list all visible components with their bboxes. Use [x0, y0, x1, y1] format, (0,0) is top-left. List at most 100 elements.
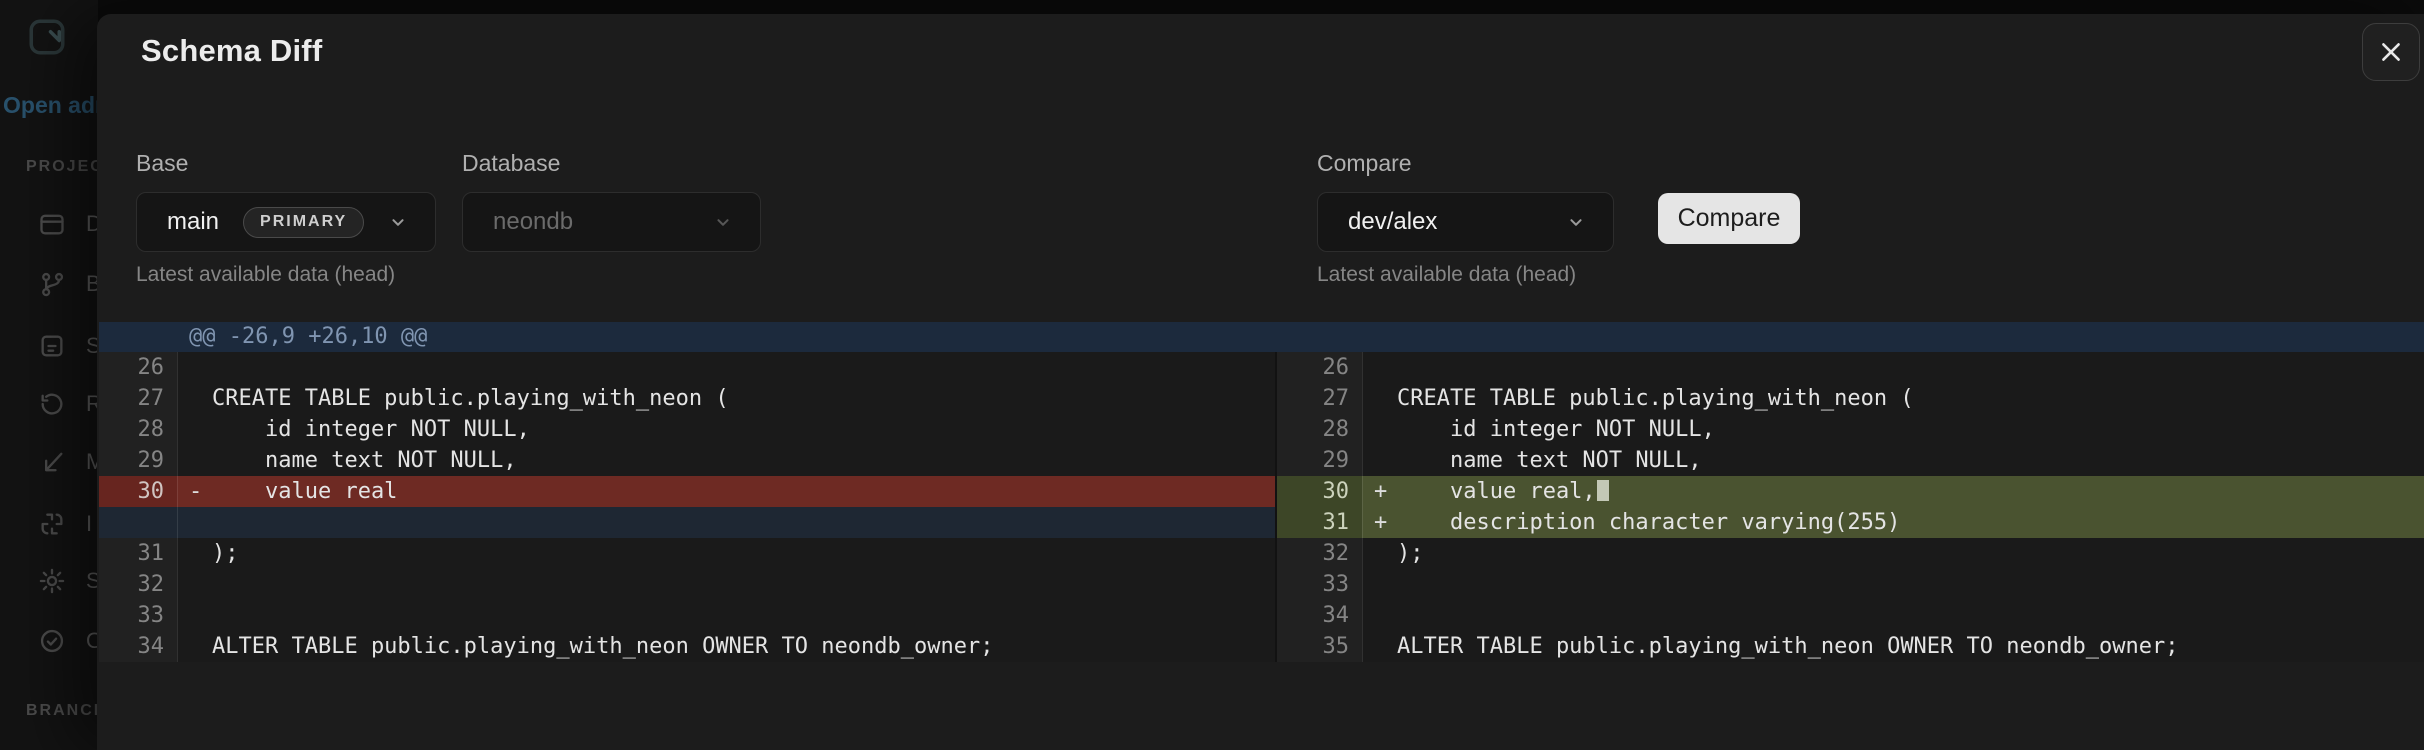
code-line: );	[1397, 541, 1424, 566]
line-number: 33	[1277, 569, 1362, 600]
diff-pane-compare[interactable]: 26 27 CREATE TABLE public.playing_with_neo…	[1275, 352, 2424, 662]
diff-row: 34	[1277, 600, 2424, 631]
sidebar-item-integrations[interactable]: I	[0, 508, 98, 544]
dashboard-icon	[40, 214, 64, 235]
diff-row: 34 ALTER TABLE public.playing_with_neon O…	[99, 631, 1275, 662]
code-line: value real	[212, 479, 398, 504]
screen: Open adm PROJECT D B S R M I S	[0, 0, 2424, 750]
line-number: 28	[99, 414, 177, 445]
diff-row: 26	[99, 352, 1275, 383]
compare-button[interactable]: Compare	[1658, 193, 1800, 244]
hunk-header: @@ -26,9 +26,10 @@	[99, 322, 2424, 352]
code-line: id integer NOT NULL,	[212, 417, 530, 442]
diff-marker	[177, 569, 200, 600]
diff-marker	[1362, 631, 1385, 662]
settings-icon	[39, 568, 65, 594]
diff-row: 33	[1277, 569, 2424, 600]
diff-row: 32);	[1277, 538, 2424, 569]
code-line: id integer NOT NULL,	[1397, 417, 1715, 442]
close-icon	[2382, 43, 2400, 61]
integrations-icon	[41, 513, 63, 535]
line-number	[99, 507, 177, 538]
sql-editor-icon	[41, 335, 63, 357]
diff-marker	[1362, 569, 1385, 600]
compare-branch-select[interactable]: dev/alex	[1317, 192, 1614, 252]
sidebar-item-branches[interactable]: B	[0, 268, 98, 304]
close-button[interactable]	[2362, 23, 2420, 81]
line-number: 26	[1277, 352, 1362, 383]
monitoring-icon	[45, 452, 63, 472]
diff-marker	[1362, 445, 1385, 476]
line-number: 33	[99, 600, 177, 631]
neon-logo-icon[interactable]	[26, 16, 68, 58]
line-number: 30	[99, 476, 177, 507]
diff-marker	[1362, 383, 1385, 414]
compare-label: Compare	[1317, 150, 1412, 176]
diff-marker	[177, 383, 200, 414]
diff-row	[99, 507, 1275, 538]
code-line: name text NOT NULL,	[1397, 448, 1702, 473]
sidebar-section-project: PROJECT	[26, 158, 98, 175]
diff-marker: -	[189, 479, 203, 504]
line-number: 26	[99, 352, 177, 383]
code-line: description character varying(255)	[1397, 510, 1901, 535]
branches-icon	[42, 272, 64, 297]
database-select[interactable]: neondb	[462, 192, 761, 252]
line-number: 29	[99, 445, 177, 476]
diff-marker	[177, 600, 200, 631]
sidebar-item-dashboard[interactable]: D	[0, 208, 98, 244]
line-number: 27	[1277, 383, 1362, 414]
code-line: );	[212, 541, 239, 566]
diff-row: 28 id integer NOT NULL,	[99, 414, 1275, 445]
diff-row: 27 CREATE TABLE public.playing_with_neon …	[1277, 383, 2424, 414]
chevron-down-icon	[1570, 219, 1582, 226]
line-number: 31	[99, 538, 177, 569]
schema-diff-viewer: @@ -26,9 +26,10 @@ 26 27 CREATE TABLE publ…	[99, 322, 2424, 662]
line-number: 32	[99, 569, 177, 600]
diff-marker	[177, 538, 200, 569]
sidebar-item-sql-editor[interactable]: S	[0, 330, 98, 366]
diff-row: 32	[99, 569, 1275, 600]
base-branch-select[interactable]: main PRIMARY	[136, 192, 436, 252]
chevron-down-icon	[392, 219, 404, 226]
line-number: 34	[1277, 600, 1362, 631]
sidebar-item-restore[interactable]: R	[0, 388, 98, 424]
diff-row: 35 ALTER TABLE public.playing_with_neon O…	[1277, 631, 2424, 662]
diff-row: 31);	[99, 538, 1275, 569]
modal-title: Schema Diff	[141, 33, 323, 68]
diff-row: 33	[99, 600, 1275, 631]
sidebar-item-operations[interactable]: O	[0, 625, 98, 661]
diff-row: 28 id integer NOT NULL,	[1277, 414, 2424, 445]
code-line: ALTER TABLE public.playing_with_neon OWN…	[212, 634, 994, 659]
diff-marker	[177, 352, 200, 383]
sidebar-item-settings[interactable]: S	[0, 565, 98, 601]
diff-marker: +	[1374, 510, 1388, 535]
diff-marker	[177, 445, 200, 476]
base-helper-text: Latest available data (head)	[136, 263, 396, 286]
base-label: Base	[136, 150, 189, 176]
diff-pane-base[interactable]: 26 27 CREATE TABLE public.playing_with_neo…	[99, 352, 1275, 662]
line-number: 30	[1277, 476, 1362, 507]
sidebar-item-monitoring[interactable]: M	[0, 446, 98, 482]
code-line: CREATE TABLE public.playing_with_neon (	[212, 386, 729, 411]
diff-marker	[177, 507, 200, 538]
schema-diff-modal: Schema Diff Base Database Compare main P…	[97, 14, 2424, 750]
diff-marker: +	[1374, 479, 1388, 504]
open-admin-link[interactable]: Open adm	[3, 92, 98, 119]
diff-row: 27 CREATE TABLE public.playing_with_neon …	[99, 383, 1275, 414]
line-number: 27	[99, 383, 177, 414]
sidebar: Open adm PROJECT D B S R M I S	[0, 0, 98, 750]
diff-row: 29 name text NOT NULL,	[1277, 445, 2424, 476]
diff-marker	[177, 631, 200, 662]
diff-row: 29 name text NOT NULL,	[99, 445, 1275, 476]
primary-badge: PRIMARY	[243, 206, 365, 238]
sidebar-section-branch: BRANCH	[26, 702, 98, 719]
line-number: 32	[1277, 538, 1362, 569]
diff-marker	[177, 414, 200, 445]
diff-marker	[1362, 600, 1385, 631]
